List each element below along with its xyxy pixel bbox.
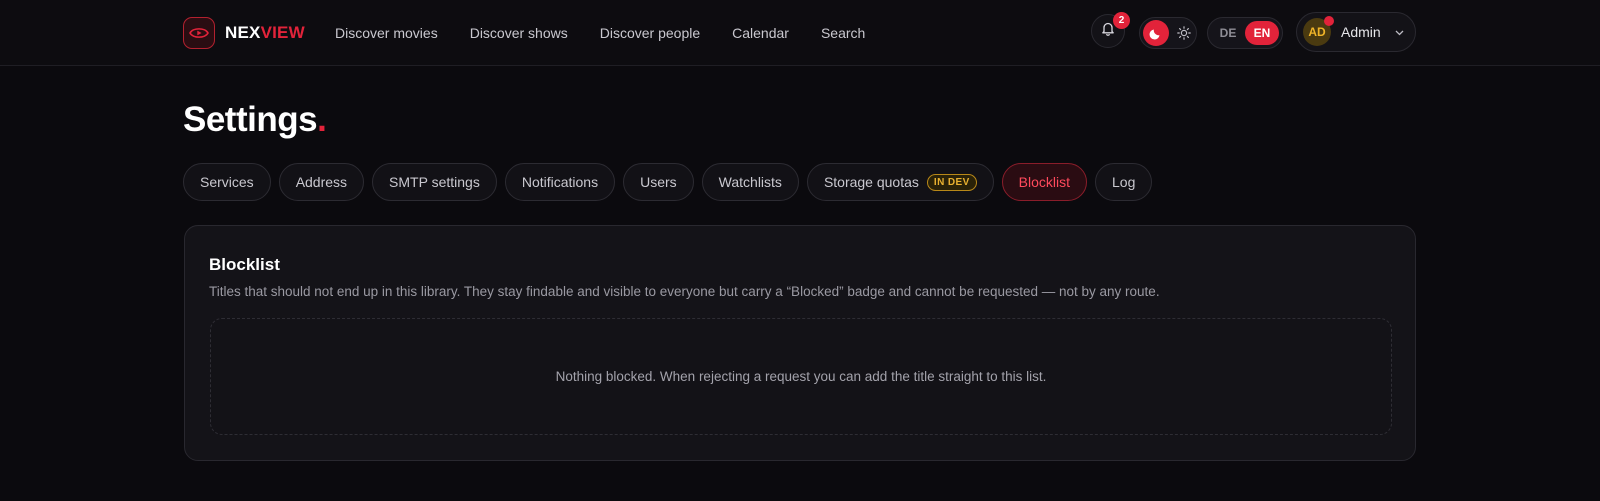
empty-state-message: Nothing blocked. When rejecting a reques… <box>555 369 1047 384</box>
notification-count-badge: 2 <box>1113 12 1130 29</box>
tab-label: Blocklist <box>1018 174 1071 190</box>
page-title-text: Settings <box>183 100 318 139</box>
chevron-down-icon <box>1395 23 1404 41</box>
page-title-dot: . <box>317 100 327 139</box>
tab-label: Notifications <box>521 174 599 190</box>
tab-label: Users <box>640 174 677 190</box>
brand-name-part2: VIEW <box>260 23 305 42</box>
user-name: Admin <box>1341 24 1381 40</box>
tab-smtp-settings[interactable]: SMTP settings <box>372 163 497 201</box>
tab-label: Log <box>1112 174 1136 190</box>
nav-discover-people[interactable]: Discover people <box>600 22 700 44</box>
panel-title: Blocklist <box>209 255 280 274</box>
moon-icon[interactable] <box>1143 20 1169 46</box>
tab-users[interactable]: Users <box>623 163 694 201</box>
empty-state: Nothing blocked. When rejecting a reques… <box>210 318 1392 435</box>
brand-name-part1: NEX <box>225 23 261 42</box>
lang-option-en[interactable]: EN <box>1245 21 1279 45</box>
tab-blocklist[interactable]: Blocklist <box>1001 163 1088 201</box>
user-menu[interactable]: AD Admin <box>1296 12 1416 52</box>
notifications-button[interactable]: 2 <box>1091 12 1130 48</box>
main-nav: Discover movies Discover shows Discover … <box>335 22 897 44</box>
eye-logo-icon <box>183 17 215 49</box>
sun-icon[interactable] <box>1175 24 1193 42</box>
page-title: Settings. <box>183 100 327 140</box>
tab-notifications[interactable]: Notifications <box>504 163 616 201</box>
settings-tabs: Services Address SMTP settings Notificat… <box>183 163 1153 201</box>
avatar-initials: AD <box>1308 25 1326 39</box>
tab-label: Services <box>200 174 254 190</box>
tab-label: Watchlists <box>718 174 782 190</box>
language-switcher: DE EN <box>1207 17 1283 49</box>
tab-log[interactable]: Log <box>1095 163 1153 201</box>
in-dev-badge: IN DEV <box>926 173 977 191</box>
tab-watchlists[interactable]: Watchlists <box>701 163 799 201</box>
panel-description: Titles that should not end up in this li… <box>209 284 1160 299</box>
nav-discover-movies[interactable]: Discover movies <box>335 22 438 44</box>
blocklist-panel: Blocklist Titles that should not end up … <box>184 225 1416 461</box>
theme-toggle[interactable] <box>1139 17 1197 49</box>
avatar-status-dot <box>1324 16 1334 26</box>
tab-label: Storage quotas <box>823 174 919 190</box>
lang-option-de[interactable]: DE <box>1211 21 1245 45</box>
tab-label: SMTP settings <box>389 174 480 190</box>
tab-storage-quotas[interactable]: Storage quotas IN DEV <box>806 163 994 201</box>
top-bar: NEXVIEW Discover movies Discover shows D… <box>0 0 1600 66</box>
brand-name: NEXVIEW <box>225 23 305 43</box>
nav-calendar[interactable]: Calendar <box>732 22 789 44</box>
tab-label: Address <box>295 174 348 190</box>
nav-discover-shows[interactable]: Discover shows <box>470 22 568 44</box>
brand-logo[interactable]: NEXVIEW <box>183 16 305 50</box>
avatar: AD <box>1303 16 1334 46</box>
tab-address[interactable]: Address <box>278 163 365 201</box>
tab-services[interactable]: Services <box>183 163 271 201</box>
nav-search[interactable]: Search <box>821 22 865 44</box>
